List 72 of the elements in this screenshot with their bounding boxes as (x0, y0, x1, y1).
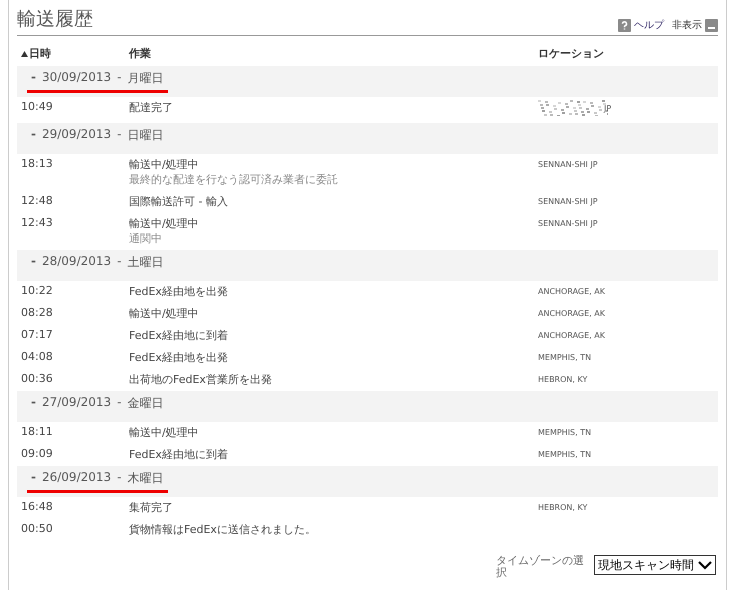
minimize-icon (705, 18, 718, 32)
event-activity: FedEx経由地に到着 (129, 447, 229, 462)
timezone-label: タイムゾーンの選択 (496, 555, 585, 580)
event-activity: 国際輸送許可 - 輸入 (129, 194, 229, 209)
event-detail: 通関中 (129, 231, 163, 246)
column-header[interactable]: 作業 (129, 46, 151, 61)
timezone-select[interactable]: 現地スキャン時間 (594, 555, 716, 575)
group-date: 26/09/2013 (42, 470, 112, 486)
event-activity: 集荷完了 (129, 500, 174, 515)
event-time: 12:43 (21, 216, 53, 229)
event-activity: FedEx経由地を出発 (129, 350, 229, 365)
event-time: 00:50 (21, 522, 53, 535)
group-date: 30/09/2013 (42, 70, 112, 86)
group-date: 28/09/2013 (42, 254, 112, 270)
collapse-toggle[interactable]: - (31, 470, 36, 487)
event-location: ANCHORAGE, AK (538, 287, 605, 296)
event-location: MEMPHIS, TN (538, 353, 592, 362)
group-weekday: 月曜日 (128, 70, 164, 87)
page-title: 輸送履歴 (17, 7, 93, 32)
group-weekday: 日曜日 (128, 127, 164, 144)
event-time: 18:11 (21, 425, 53, 438)
event-activity: 輸送中/処理中 (129, 306, 200, 321)
event-time: 09:09 (21, 447, 53, 460)
help-icon (618, 18, 631, 32)
event-location: SENNAN-SHI JP (538, 160, 598, 169)
hide-link[interactable]: 非表示 (672, 18, 718, 32)
help-link[interactable]: ヘルプ (618, 18, 664, 32)
event-activity: 輸送中/処理中 (129, 425, 200, 440)
event-activity: 出荷地のFedEx営業所を出発 (129, 372, 273, 387)
event-time: 08:28 (21, 306, 53, 319)
column-header[interactable]: ロケーション (538, 46, 604, 61)
event-time: 04:08 (21, 350, 53, 363)
event-activity: 配達完了 (129, 100, 174, 115)
event-time: 16:48 (21, 500, 53, 513)
chevron-down-icon (698, 560, 712, 570)
event-time: 07:17 (21, 328, 53, 341)
event-time: 10:49 (21, 100, 53, 113)
date-separator: - (117, 70, 122, 86)
event-location: SENNAN-SHI JP (538, 197, 598, 206)
event-location: ANCHORAGE, AK (538, 309, 605, 318)
group-weekday: 木曜日 (128, 470, 164, 487)
date-separator: - (117, 470, 122, 486)
event-location: MEMPHIS, TN (538, 450, 592, 459)
event-location: ANCHORAGE, AK (538, 331, 605, 340)
collapse-toggle[interactable]: - (31, 70, 36, 87)
event-activity: 輸送中/処理中 (129, 157, 200, 172)
date-separator: - (117, 127, 122, 143)
event-time: 12:48 (21, 194, 53, 207)
event-location: JP (604, 104, 612, 112)
event-location: MEMPHIS, TN (538, 428, 592, 437)
event-time: 00:36 (21, 372, 53, 385)
date-separator: - (117, 254, 122, 270)
event-activity: 輸送中/処理中 (129, 216, 200, 231)
sort-ascending-icon (21, 50, 28, 56)
collapse-toggle[interactable]: - (31, 127, 36, 144)
group-weekday: 土曜日 (128, 254, 164, 271)
group-date: 29/09/2013 (42, 127, 112, 143)
date-separator: - (117, 395, 122, 411)
collapse-toggle[interactable]: - (31, 395, 36, 412)
column-header[interactable]: 日時 (21, 46, 51, 61)
event-activity: 貨物情報はFedExに送信されました。 (129, 522, 317, 537)
collapse-toggle[interactable]: - (31, 254, 36, 271)
event-location: HEBRON, KY (538, 375, 588, 384)
event-activity: FedEx経由地に到着 (129, 328, 229, 343)
event-activity: FedEx経由地を出発 (129, 284, 229, 299)
event-location: HEBRON, KY (538, 503, 588, 512)
event-location: SENNAN-SHI JP (538, 219, 598, 228)
event-time: 18:13 (21, 157, 53, 170)
event-time: 10:22 (21, 284, 53, 297)
group-date: 27/09/2013 (42, 395, 112, 411)
event-detail: 最終的な配達を行なう認可済み業者に委託 (129, 172, 339, 187)
group-weekday: 金曜日 (128, 395, 164, 412)
